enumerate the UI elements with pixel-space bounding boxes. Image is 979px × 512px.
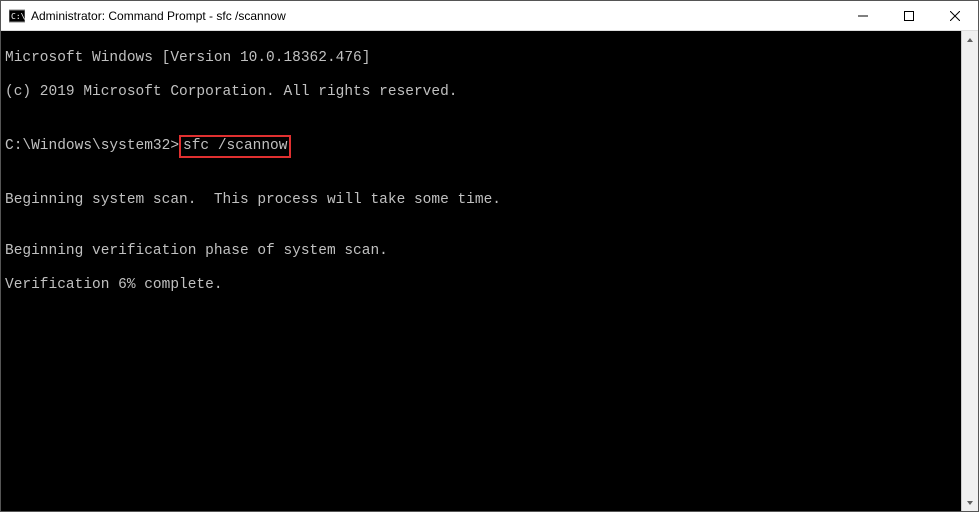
titlebar[interactable]: C:\ Administrator: Command Prompt - sfc … xyxy=(1,1,978,31)
close-button[interactable] xyxy=(932,1,978,30)
output-line: Verification 6% complete. xyxy=(5,277,957,294)
output-line: Microsoft Windows [Version 10.0.18362.47… xyxy=(5,50,957,67)
cmd-icon: C:\ xyxy=(9,8,25,24)
command-prompt-window: C:\ Administrator: Command Prompt - sfc … xyxy=(0,0,979,512)
svg-text:C:\: C:\ xyxy=(11,12,25,21)
scroll-track[interactable] xyxy=(962,48,978,494)
scroll-down-button[interactable] xyxy=(962,494,978,511)
prompt-line: C:\Windows\system32>sfc /scannow xyxy=(5,135,957,158)
output-line: Beginning verification phase of system s… xyxy=(5,243,957,260)
vertical-scrollbar[interactable] xyxy=(961,31,978,511)
maximize-button[interactable] xyxy=(886,1,932,30)
window-title: Administrator: Command Prompt - sfc /sca… xyxy=(31,9,840,23)
window-controls xyxy=(840,1,978,30)
output-line: (c) 2019 Microsoft Corporation. All righ… xyxy=(5,84,957,101)
output-line: Beginning system scan. This process will… xyxy=(5,192,957,209)
command-text: sfc /scannow xyxy=(183,138,287,154)
scroll-up-button[interactable] xyxy=(962,31,978,48)
content-area: Microsoft Windows [Version 10.0.18362.47… xyxy=(1,31,978,511)
prompt-path: C:\Windows\system32> xyxy=(5,138,179,154)
command-highlight: sfc /scannow xyxy=(179,135,291,158)
minimize-button[interactable] xyxy=(840,1,886,30)
terminal-output[interactable]: Microsoft Windows [Version 10.0.18362.47… xyxy=(1,31,961,511)
